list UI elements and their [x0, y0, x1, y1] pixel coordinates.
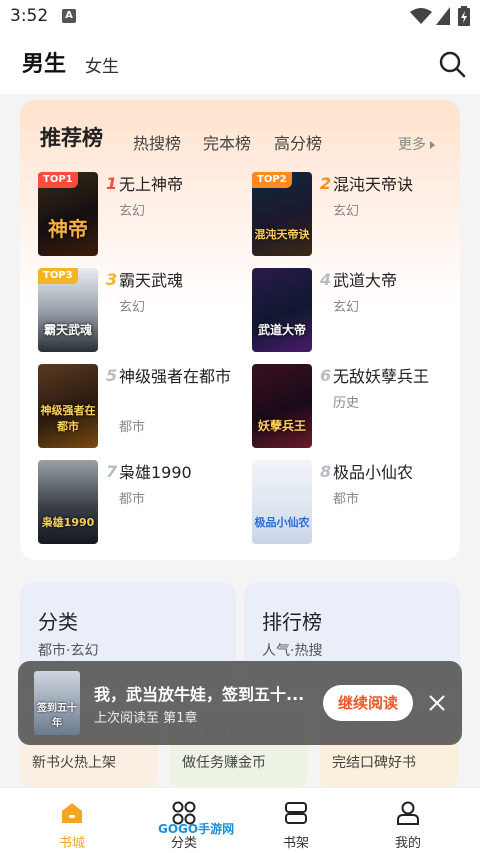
bookshelf-icon [285, 802, 307, 824]
rank-number: 1 [106, 174, 118, 193]
book-item-2[interactable]: 混沌天帝诀 TOP2 2 混沌天帝诀 玄幻 [252, 172, 452, 258]
more-link[interactable]: 更多 [398, 134, 435, 154]
cover-title: 极品小仙农 [254, 516, 310, 529]
popup-book-cover: 签到五十年 [34, 671, 80, 735]
category-card-title: 分类 [38, 610, 78, 634]
watermark-text: GOGO手游网 [158, 822, 235, 836]
book-cover: 神级强者在都市 [38, 364, 98, 448]
continue-reading-button[interactable]: 继续阅读 [323, 685, 413, 721]
book-item-5[interactable]: 神级强者在都市 5 神级强者在都市 都市 [38, 364, 238, 450]
search-icon[interactable] [438, 50, 466, 78]
cover-title: 神帝 [48, 217, 88, 241]
book-cover: 极品小仙农 [252, 460, 312, 544]
nav-bookshelf-label: 书架 [282, 836, 309, 851]
nav-profile[interactable]: 我的 [348, 788, 468, 853]
nav-bookstore-label: 书城 [58, 836, 85, 851]
popup-last-read: 上次阅读至 第1章 [94, 711, 198, 726]
book-item-6[interactable]: 妖孽兵王 6 无敌妖孽兵王 历史 [252, 364, 452, 450]
book-category: 都市 [119, 492, 146, 507]
top-badge: TOP1 [38, 172, 78, 188]
book-cover: 混沌天帝诀 TOP2 [252, 172, 312, 256]
recommend-title: 推荐榜 [40, 126, 103, 150]
book-title: 无敌妖孽兵王 [333, 367, 430, 386]
tab-male[interactable]: 男生 [22, 46, 66, 78]
cover-title: 混沌天帝诀 [254, 228, 310, 241]
category-card-subtitle: 都市·玄幻 [38, 643, 99, 659]
more-label: 更多 [398, 137, 426, 153]
book-item-8[interactable]: 极品小仙农 8 极品小仙农 都市 [252, 460, 452, 546]
book-category: 玄幻 [119, 204, 146, 219]
nav-bookshelf[interactable]: 书架 [236, 788, 356, 853]
book-title: 武道大帝 [333, 271, 398, 290]
book-category: 玄幻 [333, 300, 360, 315]
top-bar: 男生 女生 [0, 34, 480, 94]
book-cover: 枭雄1990 [38, 460, 98, 544]
home-icon [62, 803, 82, 823]
wifi-icon [410, 8, 432, 24]
close-icon[interactable] [426, 692, 448, 714]
book-cover: 霸天武魂 TOP3 [38, 268, 98, 352]
notification-a-icon: A [62, 9, 76, 23]
book-item-7[interactable]: 枭雄1990 7 枭雄1990 都市 [38, 460, 238, 546]
book-title: 霸天武魂 [119, 271, 184, 290]
book-title: 极品小仙农 [333, 463, 414, 482]
top-badge: TOP2 [252, 172, 292, 188]
nav-bookstore[interactable]: 书城 [12, 788, 132, 853]
status-bar: 3:52 A [0, 0, 480, 34]
book-title: 枭雄1990 [119, 463, 192, 482]
cover-title: 神级强者在都市 [40, 404, 96, 433]
cover-title: 妖孽兵王 [257, 419, 306, 433]
cover-title: 武道大帝 [257, 323, 306, 337]
watermark-logo: GOGO手游网 [158, 820, 234, 837]
book-item-4[interactable]: 武道大帝 4 武道大帝 玄幻 [252, 268, 452, 354]
book-category: 都市 [333, 492, 360, 507]
rank-number: 8 [320, 462, 332, 481]
tab-female[interactable]: 女生 [85, 52, 119, 77]
tab-high-score[interactable]: 高分榜 [274, 130, 322, 154]
rank-number: 6 [320, 366, 332, 385]
book-cover: 神帝 TOP1 [38, 172, 98, 256]
top-badge: TOP3 [38, 268, 78, 284]
cell-signal-icon [436, 7, 450, 25]
book-category: 玄幻 [119, 300, 146, 315]
status-time: 3:52 [10, 6, 49, 26]
profile-icon [397, 801, 419, 825]
cover-title: 霸天武魂 [43, 323, 92, 337]
book-cover: 妖孽兵王 [252, 364, 312, 448]
ranking-card-title: 排行榜 [262, 610, 322, 634]
battery-icon [458, 6, 470, 26]
book-item-3[interactable]: 霸天武魂 TOP3 3 霸天武魂 玄幻 [38, 268, 238, 354]
book-category: 都市 [119, 420, 146, 435]
popup-book-title: 我，武当放牛娃，签到五十... [94, 685, 305, 704]
book-title: 混沌天帝诀 [333, 175, 414, 194]
bottom-nav: 书城 分类 书架 我的 [0, 787, 480, 853]
rank-number: 7 [106, 462, 118, 481]
nav-profile-label: 我的 [394, 836, 421, 851]
recommend-card: 推荐榜 热搜榜 完本榜 高分榜 更多 神帝 TOP1 1 无上神帝 玄幻 混沌天… [20, 100, 460, 560]
ranking-card-subtitle: 人气·热搜 [262, 643, 323, 659]
rank-number: 3 [106, 270, 118, 289]
book-title: 无上神帝 [119, 175, 184, 194]
book-title: 神级强者在都市 [119, 367, 232, 386]
popup-cover-title: 签到五十年 [37, 703, 77, 729]
rank-number: 5 [106, 366, 118, 385]
tab-hot-search[interactable]: 热搜榜 [133, 130, 181, 154]
rank-number: 4 [320, 270, 332, 289]
new-books-label: 新书火热上架 [32, 755, 116, 771]
tasks-label: 做任务赚金币 [182, 755, 266, 771]
book-category: 历史 [333, 396, 360, 411]
book-cover: 武道大帝 [252, 268, 312, 352]
continue-reading-popup[interactable]: 签到五十年 我，武当放牛娃，签到五十... 上次阅读至 第1章 继续阅读 [18, 661, 462, 745]
chevron-right-icon [430, 141, 435, 149]
rank-number: 2 [320, 174, 332, 193]
book-item-1[interactable]: 神帝 TOP1 1 无上神帝 玄幻 [38, 172, 238, 258]
tab-completed[interactable]: 完本榜 [203, 130, 251, 154]
cover-title: 枭雄1990 [41, 516, 95, 529]
book-category: 玄幻 [333, 204, 360, 219]
finished-books-label: 完结口碑好书 [332, 755, 416, 771]
